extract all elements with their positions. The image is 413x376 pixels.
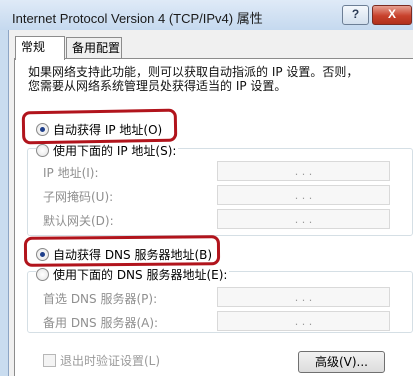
radio-auto-ip[interactable]: 自动获得 IP 地址(O) [36,121,165,137]
help-button[interactable]: ? [342,5,369,25]
description-text: 如果网络支持此功能，则可以获取自动指派的 IP 设置。否则， 您需要从网络系统管… [28,65,413,93]
default-gateway-label: 默认网关(D): [43,214,114,228]
close-button[interactable]: X [372,5,412,25]
preferred-dns-label: 首选 DNS 服务器(P): [43,292,158,306]
ip-address-field[interactable]: . . . [217,161,390,181]
radio-button[interactable] [36,143,49,157]
preferred-dns-dots: . . . [294,290,313,304]
alternate-dns-label: 备用 DNS 服务器(A): [43,316,159,330]
default-gateway-dots: . . . [294,212,313,226]
subnet-mask-dots: . . . [294,188,313,202]
subnet-mask-field[interactable]: . . . [217,185,390,205]
radio-button[interactable] [36,122,49,136]
description-line: 如果网络支持此功能，则可以获取自动指派的 IP 设置。否则， [28,65,359,79]
alternate-dns-field[interactable]: . . . [217,311,390,331]
description-line: 您需要从网络系统管理员处获得适当的 IP 设置。 [28,79,287,93]
validate-on-exit-label: 退出时验证设置(L) [60,354,161,368]
subnet-mask-label: 子网掩码(U): [43,190,114,204]
radio-button[interactable] [36,267,49,281]
preferred-dns-field[interactable]: . . . [217,287,390,307]
default-gateway-field[interactable]: . . . [217,209,390,229]
checkbox-box[interactable] [43,354,56,367]
radio-manual-ip-label: 使用下面的 IP 地址(S): [53,143,177,158]
radio-selected-dot [40,251,45,257]
radio-manual-dns-label: 使用下面的 DNS 服务器地址(E): [53,267,228,282]
title-bar[interactable]: Internet Protocol Version 4 (TCP/IPv4) 属… [0,0,413,30]
radio-button[interactable] [36,247,49,261]
tab-general[interactable]: 常规 [15,36,65,60]
radio-manual-ip[interactable]: 使用下面的 IP 地址(S): [36,142,179,158]
ip-address-label: IP 地址(I): [43,166,99,180]
ip-address-dots: . . . [294,164,313,178]
alternate-dns-dots: . . . [294,314,313,328]
radio-manual-dns[interactable]: 使用下面的 DNS 服务器地址(E): [36,266,230,282]
tab-alternate-configuration[interactable]: 备用配置 [66,37,122,59]
radio-auto-ip-label: 自动获得 IP 地址(O) [53,122,163,137]
validate-on-exit-checkbox[interactable]: 退出时验证设置(L) [43,352,160,369]
radio-auto-dns-label: 自动获得 DNS 服务器地址(B) [53,247,213,262]
radio-selected-dot [40,126,45,132]
window-title: Internet Protocol Version 4 (TCP/IPv4) 属… [12,11,263,26]
radio-auto-dns[interactable]: 自动获得 DNS 服务器地址(B) [36,246,215,262]
advanced-button[interactable]: 高级(V)... [298,351,385,373]
